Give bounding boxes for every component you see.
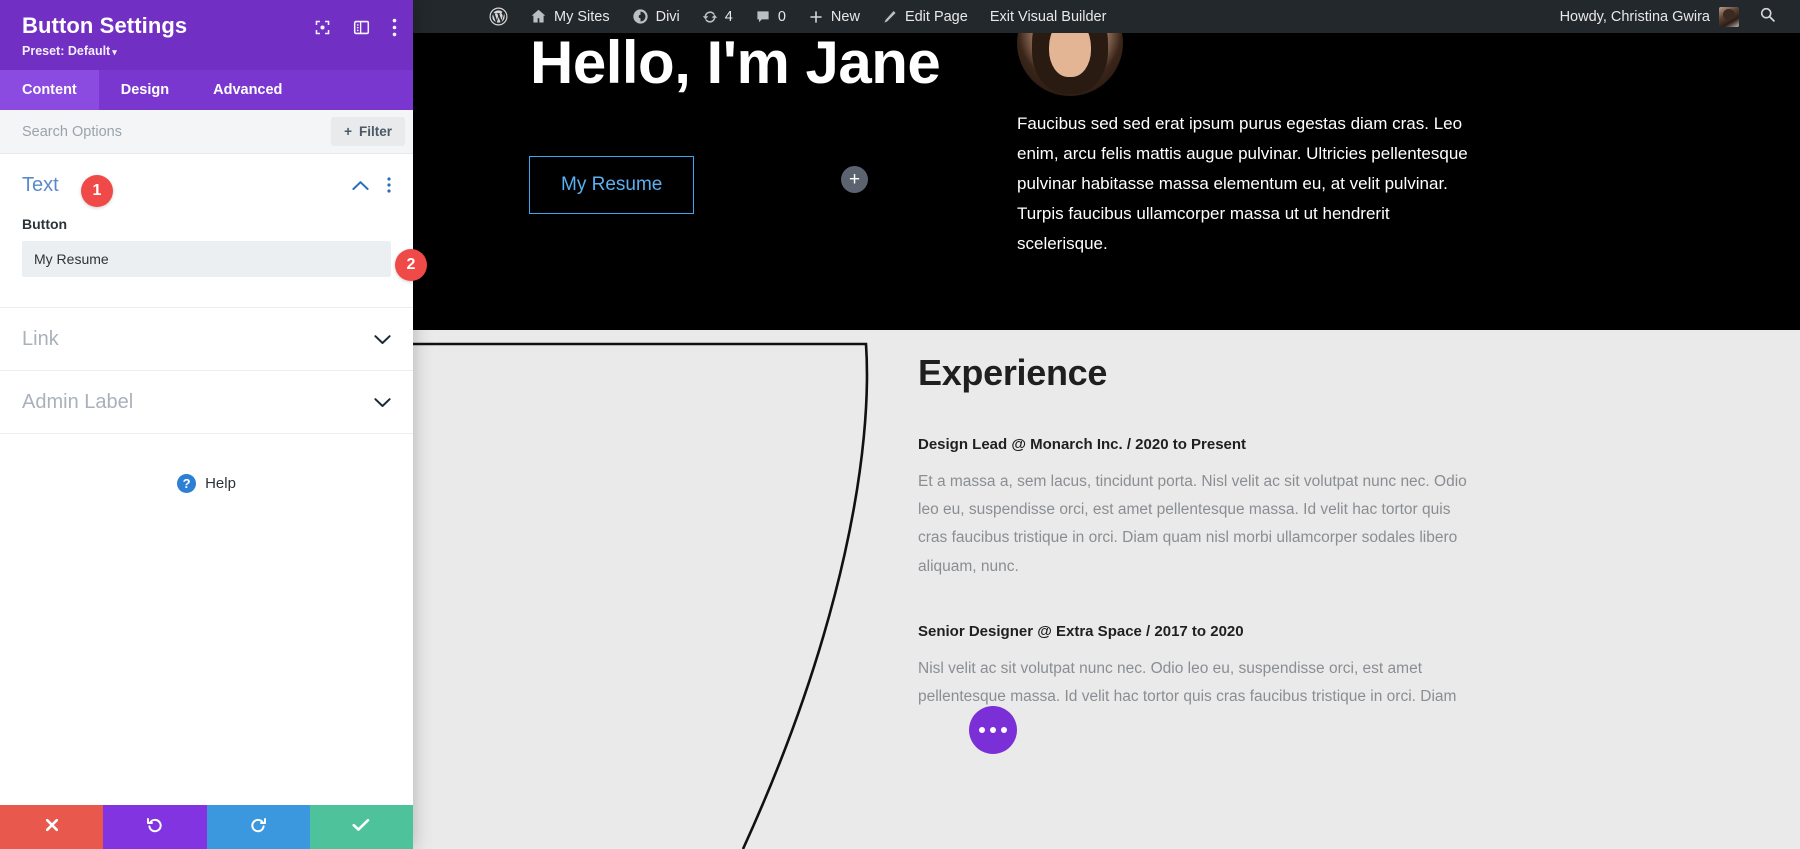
- job-headline: Design Lead @ Monarch Inc. / 2020 to Pre…: [918, 436, 1478, 453]
- tab-content[interactable]: Content: [0, 70, 99, 110]
- redo-button[interactable]: [207, 805, 310, 849]
- callout-badge-1: 1: [81, 175, 113, 207]
- search-icon: [1759, 6, 1776, 27]
- add-module-icon[interactable]: +: [841, 166, 868, 193]
- adminbar-label: Edit Page: [905, 9, 968, 25]
- help-button[interactable]: ? Help: [0, 434, 413, 493]
- save-button[interactable]: [310, 805, 413, 849]
- adminbar-label: New: [831, 9, 860, 25]
- page-title: Button Settings: [22, 14, 187, 38]
- avatar: [1719, 7, 1739, 27]
- search-options-bar: + Filter: [0, 110, 413, 154]
- undo-icon: [146, 816, 163, 838]
- my-sites-icon: [530, 8, 547, 25]
- adminbar-divi[interactable]: Divi: [621, 0, 691, 33]
- chevron-down-icon: ▾: [112, 47, 117, 57]
- experience-heading: Experience: [918, 352, 1478, 394]
- more-vertical-icon[interactable]: [392, 18, 397, 37]
- dot: [990, 727, 996, 733]
- adminbar-updates[interactable]: 4: [691, 0, 744, 33]
- filter-button[interactable]: + Filter: [331, 117, 405, 146]
- adminbar-edit-page[interactable]: Edit Page: [871, 0, 979, 33]
- profile-avatar: [1017, 33, 1123, 96]
- button-text-field-group: Button: [22, 216, 391, 307]
- adminbar-label: Exit Visual Builder: [990, 9, 1107, 25]
- tab-advanced[interactable]: Advanced: [191, 70, 304, 110]
- check-icon: [352, 818, 370, 837]
- undo-button[interactable]: [103, 805, 206, 849]
- howdy-label: Howdy, Christina Gwira: [1560, 9, 1710, 25]
- adminbar-label: 0: [778, 9, 786, 25]
- module-settings-panel: Button Settings Preset: Default▾: [0, 0, 413, 849]
- section-text-header[interactable]: Text: [22, 154, 391, 216]
- job-headline: Senior Designer @ Extra Space / 2017 to …: [918, 623, 1478, 640]
- cancel-button[interactable]: [0, 805, 103, 849]
- adminbar-label: 4: [725, 9, 733, 25]
- my-resume-button[interactable]: My Resume: [529, 156, 694, 214]
- section-admin-label-header[interactable]: Admin Label: [22, 371, 391, 433]
- tab-design[interactable]: Design: [99, 70, 191, 110]
- experience-section: Experience Design Lead @ Monarch Inc. / …: [413, 330, 1800, 849]
- job-description: Et a massa a, sem lacus, tincidunt porta…: [918, 468, 1478, 581]
- redo-icon: [250, 816, 267, 838]
- adminbar-my-sites[interactable]: My Sites: [519, 0, 621, 33]
- adminbar-howdy[interactable]: Howdy, Christina Gwira: [1550, 0, 1749, 33]
- expand-icon[interactable]: [314, 19, 331, 36]
- search-input[interactable]: [22, 124, 331, 140]
- job-entry: Design Lead @ Monarch Inc. / 2020 to Pre…: [918, 436, 1478, 581]
- divi-builder-toggle-button[interactable]: [969, 706, 1017, 754]
- section-link-header[interactable]: Link: [22, 308, 391, 370]
- section-text: Text Button: [0, 154, 413, 308]
- adminbar-wordpress-logo[interactable]: [478, 0, 519, 33]
- visual-builder-canvas: Hello, I'm Jane My Resume + Faucibus sed…: [413, 33, 1800, 849]
- adminbar-label: Divi: [656, 9, 680, 25]
- adminbar-label: My Sites: [554, 9, 610, 25]
- section-link: Link: [0, 308, 413, 371]
- preset-label: Preset: Default: [22, 44, 110, 58]
- wordpress-logo-icon: [489, 7, 508, 26]
- panel-body: Text Button Li: [0, 154, 413, 805]
- screen: Hello, I'm Jane My Resume + Faucibus sed…: [0, 0, 1800, 849]
- chevron-down-icon[interactable]: [374, 397, 391, 408]
- adminbar-exit-visual-builder[interactable]: Exit Visual Builder: [979, 0, 1118, 33]
- close-icon: [44, 817, 60, 838]
- hero-title: Hello, I'm Jane: [530, 33, 940, 97]
- section-admin-label: Admin Label: [0, 371, 413, 434]
- filter-label: Filter: [359, 124, 392, 139]
- adminbar-search-button[interactable]: [1749, 0, 1786, 33]
- chevron-up-icon[interactable]: [352, 180, 369, 191]
- panel-tabs: Content Design Advanced: [0, 70, 413, 110]
- adminbar-new[interactable]: New: [797, 0, 871, 33]
- section-more-vertical-icon[interactable]: [387, 177, 391, 193]
- help-label: Help: [205, 475, 236, 492]
- section-title: Text: [22, 174, 59, 197]
- panel-action-bar: [0, 805, 413, 849]
- divi-icon: [632, 8, 649, 25]
- layout-panel-icon[interactable]: [353, 19, 370, 36]
- plus-icon: [808, 9, 824, 25]
- question-mark-icon: ?: [177, 474, 196, 493]
- button-text-input[interactable]: [22, 241, 391, 277]
- dot: [979, 727, 985, 733]
- updates-icon: [702, 9, 718, 25]
- section-title: Link: [22, 328, 59, 351]
- chevron-down-icon[interactable]: [374, 334, 391, 345]
- panel-header: Button Settings Preset: Default▾: [0, 0, 413, 70]
- job-entry: Senior Designer @ Extra Space / 2017 to …: [918, 623, 1478, 711]
- dot: [1001, 727, 1007, 733]
- job-description: Nisl velit ac sit volutpat nunc nec. Odi…: [918, 655, 1478, 711]
- comments-icon: [755, 9, 771, 25]
- adminbar-comments[interactable]: 0: [744, 0, 797, 33]
- button-field-label: Button: [22, 216, 391, 232]
- preset-selector[interactable]: Preset: Default▾: [22, 44, 187, 58]
- hero-paragraph: Faucibus sed sed erat ipsum purus egesta…: [1017, 109, 1469, 259]
- callout-badge-2: 2: [395, 249, 427, 281]
- hero-section: Hello, I'm Jane My Resume + Faucibus sed…: [413, 33, 1800, 330]
- pencil-icon: [882, 9, 898, 25]
- section-title: Admin Label: [22, 391, 133, 414]
- plus-icon: +: [344, 124, 352, 139]
